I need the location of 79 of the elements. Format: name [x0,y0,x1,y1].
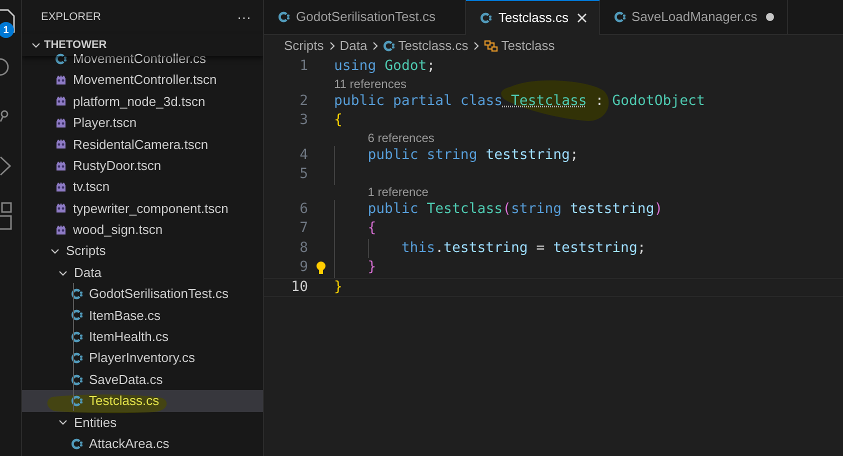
code-line: public Testclass(string teststring) [368,200,663,219]
line-number: 3 [298,111,308,130]
code-line: { [334,111,342,130]
file-row[interactable]: PlayerInventory.cs [22,347,263,369]
run-icon [0,156,11,176]
line-number: 10 [290,278,308,297]
csharp-file-icon [71,330,83,343]
codelens-link[interactable]: 6 references [368,129,434,147]
file-row[interactable]: platform_node_3d.tscn [22,90,263,112]
code-line: public string teststring; [368,146,578,165]
codelens-link[interactable]: 11 references [334,75,406,93]
breadcrumb-item[interactable]: Scripts [284,36,324,56]
file-row[interactable]: SaveData.cs [22,368,263,390]
scene-file-icon [55,202,67,214]
csharp-file-icon [71,309,83,322]
line-number: 2 [298,92,308,111]
search-icon [0,58,10,76]
file-row[interactable]: tv.tscn [22,176,263,198]
scene-file-icon [55,181,67,194]
scene-file-icon [55,116,67,129]
file-row[interactable]: RustyDoor.tscn [22,154,263,176]
source-control-icon [0,110,9,122]
csharp-file-icon [71,438,83,450]
code-line: } [334,278,342,297]
file-row[interactable]: ItemBase.cs [22,304,263,326]
file-row[interactable]: ResidentalCamera.tscn [22,134,263,155]
breadcrumb-item[interactable]: Data [340,36,368,56]
code-line: using Godot; [334,57,436,76]
codelens-link[interactable]: 1 reference [368,183,428,201]
scene-file-icon [55,95,67,108]
extensions-icon [0,202,12,230]
scene-file-icon [55,160,67,172]
code-line: { [368,219,376,238]
csharp-file-icon [71,288,83,300]
explorer-title: EXPLORER [41,10,101,25]
close-icon [574,11,589,25]
breadcrumb-item[interactable]: Testclass [501,36,555,56]
line-number: 9 [298,258,308,278]
line-number: 5 [298,165,308,184]
editor-tab[interactable]: Testclass.cs [466,0,600,35]
csharp-file-icon [71,352,83,364]
file-row[interactable]: Testclass.cs [22,390,263,412]
file-row[interactable]: typewriter_component.tscn [22,198,263,220]
file-row[interactable]: MovementController.tscn [22,69,263,91]
csharp-file-icon [278,11,290,23]
code-line: public partial class Testclass : GodotObject [334,92,705,111]
csharp-file-icon [383,40,396,52]
code-line: this.teststring = teststring; [401,238,646,258]
file-row[interactable]: MovementController.cs [22,48,263,70]
file-row[interactable]: Player.tscn [22,112,263,134]
notification-badge: 1 [0,22,14,38]
editor-tab[interactable]: GodotSerilisationTest.cs [264,0,466,35]
more-actions-button[interactable]: ··· [237,10,251,24]
csharp-file-icon [480,12,492,24]
file-row[interactable]: AttackArea.cs [22,433,263,454]
file-row[interactable]: wood_sign.tscn [22,219,263,241]
csharp-file-icon [71,394,83,407]
csharp-file-icon [71,374,83,386]
file-row[interactable]: ItemHealth.cs [22,326,263,348]
scene-file-icon [55,138,67,150]
folder-row[interactable]: Entities [22,412,263,434]
chevron-right-icon [370,41,380,51]
line-number: 6 [298,200,308,219]
code-line: } [368,258,376,278]
line-number: 7 [298,219,308,238]
line-number: 4 [298,146,308,165]
file-row[interactable]: GodotSerilisationTest.cs [22,283,263,305]
csharp-file-icon [614,11,626,23]
folder-row[interactable]: Scripts [22,240,263,262]
csharp-file-icon [55,52,67,65]
chevron-right-icon [471,41,482,51]
line-number: 8 [298,238,308,258]
scene-file-icon [55,74,67,86]
class-symbol-icon [484,39,498,53]
breadcrumb-item[interactable]: Testclass.cs [398,36,468,56]
editor-tab[interactable]: SaveLoadManager.cs [600,0,788,35]
line-number: 1 [298,57,308,76]
folder-row[interactable]: Data [22,262,263,284]
scene-file-icon [55,224,67,236]
